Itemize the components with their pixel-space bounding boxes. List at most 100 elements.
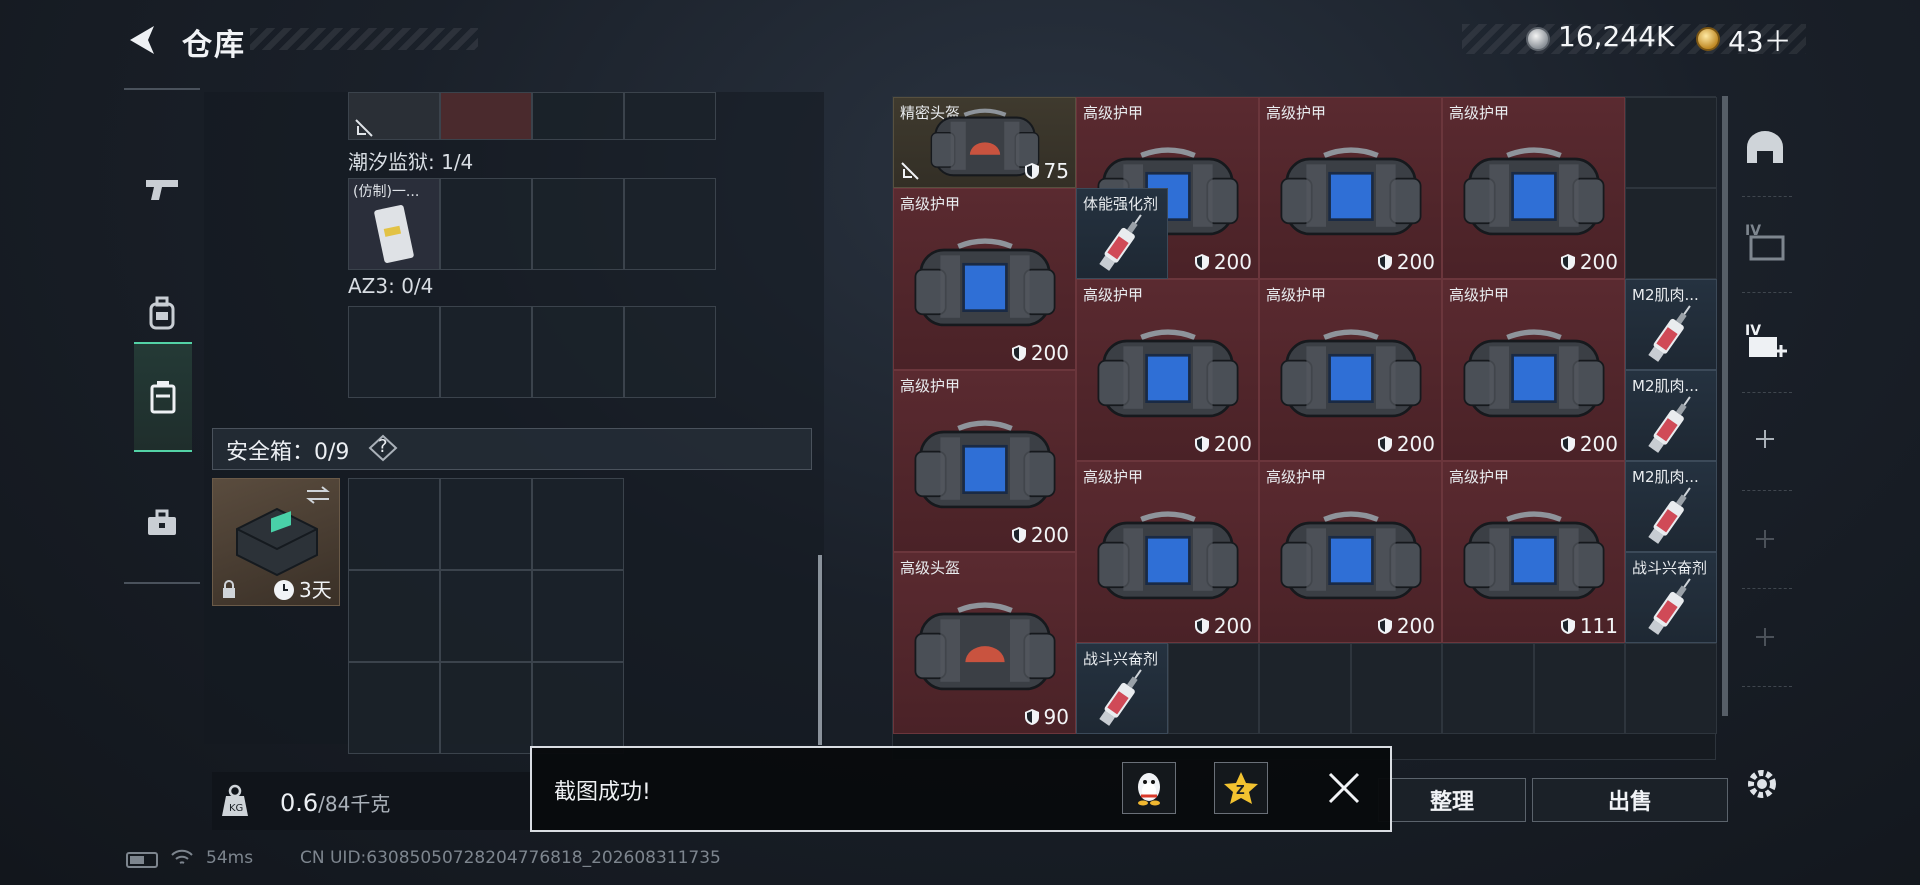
grid-slot[interactable] (624, 92, 716, 140)
stash-scrollbar[interactable] (1722, 96, 1728, 716)
stash-item[interactable]: 高级护甲 200 (893, 370, 1076, 552)
stash-empty-slot[interactable] (1259, 643, 1351, 734)
nav-storage[interactable] (134, 342, 192, 452)
stash-empty-slot[interactable] (1625, 643, 1717, 734)
durability-shield-icon (1560, 254, 1575, 270)
ping-readout: 54ms (206, 848, 254, 868)
stash-item[interactable]: M2肌肉... (1625, 370, 1717, 461)
grid-slot[interactable] (440, 306, 532, 398)
share-qzone-button[interactable]: Z (1214, 762, 1268, 814)
durability-readout: 200 (1194, 432, 1252, 456)
stash-item-name: 高级护甲 (900, 377, 961, 395)
stash-item[interactable]: 体能强化剂 (1076, 188, 1168, 279)
stash-item-name: 高级护甲 (1449, 286, 1510, 304)
stash-empty-slot[interactable] (1625, 97, 1717, 188)
helmet-icon (1747, 131, 1783, 163)
stash-item[interactable]: 高级护甲 200 (1076, 279, 1259, 461)
broken-item-icon (355, 119, 373, 137)
syringe-icon (1648, 305, 1691, 363)
toolbar-tier4-expand[interactable]: IV (1740, 316, 1790, 366)
close-icon[interactable] (1326, 770, 1362, 806)
durability-readout: 200 (1011, 523, 1069, 547)
stash-empty-slot[interactable] (1350, 643, 1442, 734)
stash-item[interactable]: 高级护甲 200 (1259, 279, 1442, 461)
grid-slot[interactable] (624, 178, 716, 270)
durability-shield-icon (1194, 254, 1209, 270)
stash-empty-slot[interactable] (1625, 188, 1717, 279)
stash-item[interactable]: 战斗兴奋剂 (1076, 643, 1168, 734)
secure-case-item[interactable]: 3天 (212, 478, 340, 606)
grid-slot[interactable] (348, 570, 440, 662)
grid-slot[interactable] (440, 570, 532, 662)
weight-current: 0.6 (280, 789, 319, 817)
stash-empty-slot[interactable] (1167, 643, 1259, 734)
armor-bag-icon (1097, 510, 1238, 599)
grid-slot[interactable] (348, 306, 440, 398)
stash-item[interactable]: 战斗兴奋剂 (1625, 552, 1717, 643)
stash-item[interactable]: 高级护甲 200 (1442, 279, 1625, 461)
grid-slot-card[interactable]: (仿制)一... (348, 178, 440, 270)
plus-icon (1756, 430, 1774, 448)
container-icon (150, 381, 176, 414)
safebox-label: 安全箱：0/9 (226, 440, 350, 465)
help-button[interactable]: ? (368, 434, 398, 462)
durability-shield-icon (1377, 436, 1392, 452)
back-arrow-icon[interactable] (124, 22, 160, 58)
grid-slot[interactable] (532, 662, 624, 754)
grid-slot[interactable] (440, 92, 532, 140)
lock-icon (223, 580, 235, 598)
gold-amount-button[interactable]: 43＋ (1728, 20, 1792, 60)
toolbox-icon (148, 509, 176, 535)
stash-empty-slot[interactable] (1442, 643, 1534, 734)
stash-item[interactable]: M2肌肉... (1625, 461, 1717, 552)
battery-icon (126, 852, 158, 868)
stash-item[interactable]: 高级护甲 200 (893, 188, 1076, 370)
share-qq-button[interactable] (1122, 762, 1176, 814)
durability-shield-icon (1194, 618, 1209, 634)
clock-icon (274, 580, 294, 600)
grid-slot[interactable] (440, 178, 532, 270)
grid-slot[interactable] (532, 306, 624, 398)
durability-shield-icon (1024, 709, 1039, 725)
grid-slot[interactable] (532, 478, 624, 570)
durability-value: 111 (1579, 614, 1618, 638)
grid-slot[interactable] (532, 570, 624, 662)
tidal-prison-grid: (仿制)一... (348, 178, 716, 270)
stash-item[interactable]: 高级护甲 200 (1076, 461, 1259, 643)
toolbar-helmet-filter[interactable] (1740, 122, 1790, 172)
grid-slot[interactable] (532, 178, 624, 270)
toolbar-tier4-storage[interactable]: IV (1740, 216, 1790, 266)
stash-item[interactable]: 高级护甲 200 (1259, 97, 1442, 279)
stash-item[interactable]: 高级护甲 200 (1442, 97, 1625, 279)
armor-bag-icon (1280, 146, 1421, 235)
toolbar-add-2[interactable] (1740, 514, 1790, 564)
toolbar-divider (1742, 196, 1792, 197)
swap-icon[interactable] (305, 485, 331, 505)
sell-button[interactable]: 出售 (1532, 778, 1728, 822)
stash-item[interactable]: 高级头盔 90 (893, 552, 1076, 734)
backpack-scrollbar[interactable] (818, 555, 822, 745)
grid-slot[interactable] (440, 662, 532, 754)
stash-item[interactable]: M2肌肉... (1625, 279, 1717, 370)
stash-item[interactable]: 精密头盔 75 (893, 97, 1076, 188)
grid-slot[interactable] (348, 478, 440, 570)
toolbar-add-3[interactable] (1740, 612, 1790, 662)
nav-weapons[interactable] (124, 134, 200, 244)
settings-gear-icon[interactable] (1744, 766, 1780, 802)
durability-value: 200 (1396, 432, 1435, 456)
grid-slot[interactable] (348, 662, 440, 754)
durability-shield-icon (1011, 527, 1026, 543)
toolbar-divider (1742, 392, 1792, 393)
grid-slot[interactable] (624, 306, 716, 398)
grid-slot[interactable] (532, 92, 624, 140)
grid-slot[interactable] (440, 478, 532, 570)
stash-empty-slot[interactable] (1533, 643, 1625, 734)
stash-item[interactable]: 高级护甲 111 (1442, 461, 1625, 643)
stash-grid: 精密头盔 75 高级护甲 200 高级护甲 200 高级护甲 200 高级护甲 200 体能强化剂高… (892, 96, 1717, 760)
nav-toolbox[interactable] (124, 468, 200, 578)
stash-item[interactable]: 高级护甲 200 (1259, 461, 1442, 643)
qq-penguin-icon (1138, 773, 1160, 806)
toolbar-add-1[interactable] (1740, 414, 1790, 464)
stash-item-name: 高级护甲 (1266, 104, 1327, 122)
sort-button[interactable]: 整理 (1378, 778, 1526, 822)
